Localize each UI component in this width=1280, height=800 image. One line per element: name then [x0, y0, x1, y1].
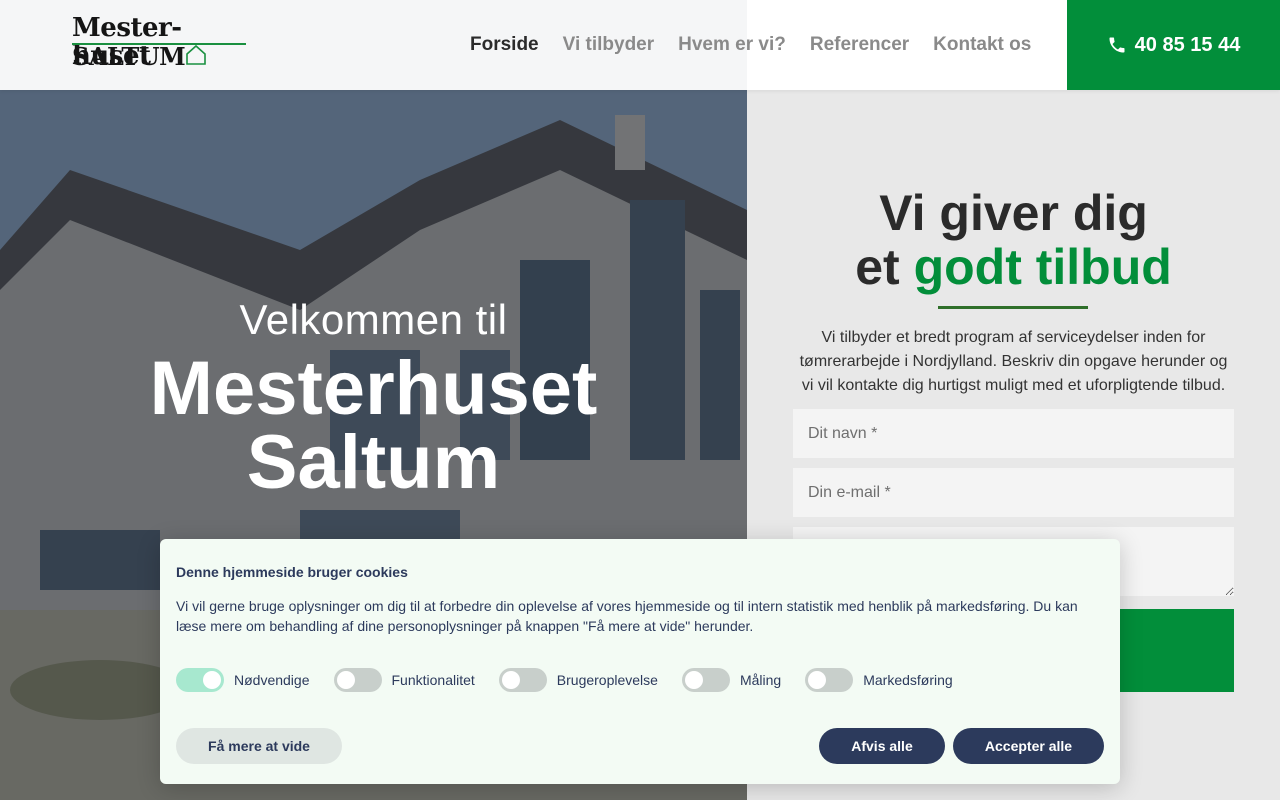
toggle-switch-brugeroplevelse[interactable] — [498, 668, 547, 692]
form-heading-green: godt tilbud — [913, 239, 1172, 295]
form-heading-line1: Vi giver dig — [879, 185, 1148, 241]
toggle-brugeroplevelse[interactable]: Brugeroplevelse — [498, 668, 658, 692]
hero-subtitle: Velkommen til — [239, 296, 508, 343]
toggle-noedvendige[interactable]: Nødvendige — [176, 668, 310, 692]
toggle-switch-funktionalitet[interactable] — [333, 668, 382, 692]
form-description: Vi tilbyder et bredt program af servicey… — [799, 329, 1228, 394]
hero-title-line1: Mesterhuset — [149, 346, 598, 431]
toggle-switch-markedsfoering[interactable] — [805, 668, 854, 692]
heading-divider — [938, 306, 1088, 309]
cookie-title: Denne hjemmeside bruger cookies — [176, 564, 408, 580]
toggle-label-funktionalitet: Funktionalitet — [391, 672, 475, 688]
accept-all-button[interactable]: Accepter alle — [953, 728, 1104, 764]
main-nav: Forside Vi tilbyder Hvem er vi? Referenc… — [458, 0, 1043, 90]
nav-vi-tilbyder[interactable]: Vi tilbyder — [563, 34, 655, 56]
nav-forside[interactable]: Forside — [470, 34, 539, 56]
name-input[interactable] — [793, 409, 1234, 458]
cookie-banner: Denne hjemmeside bruger cookies Vi vil g… — [160, 539, 1120, 784]
toggle-label-noedvendige: Nødvendige — [234, 672, 310, 688]
toggle-funktionalitet[interactable]: Funktionalitet — [333, 668, 475, 692]
site-header: Mester-huset SALTUM Forside Vi tilbyder … — [0, 0, 1280, 90]
cookie-toggles: Nødvendige Funktionalitet Brugeroplevels… — [176, 668, 977, 692]
toggle-label-maaling: Måling — [739, 672, 782, 688]
toggle-knob — [203, 671, 221, 689]
toggle-knob — [808, 671, 827, 689]
reject-all-button[interactable]: Afvis alle — [819, 728, 945, 764]
phone-number: 40 85 15 44 — [1134, 33, 1241, 56]
toggle-label-markedsfoering: Markedsføring — [863, 672, 953, 688]
nav-referencer[interactable]: Referencer — [810, 34, 909, 56]
hero-title: Mesterhuset Saltum — [0, 346, 747, 505]
house-icon — [186, 44, 206, 65]
toggle-knob — [501, 671, 520, 689]
toggle-knob — [336, 671, 355, 689]
form-heading-plain: et — [855, 239, 914, 295]
learn-more-button[interactable]: Få mere at vide — [176, 728, 342, 764]
toggle-label-brugeroplevelse: Brugeroplevelse — [556, 672, 658, 688]
logo-line2: SALTUM — [72, 42, 186, 71]
toggle-maaling[interactable]: Måling — [681, 668, 782, 692]
phone-icon — [1109, 37, 1125, 53]
nav-kontakt-os[interactable]: Kontakt os — [933, 34, 1031, 56]
cookie-text: Vi vil gerne bruge oplysninger om dig ti… — [176, 598, 1078, 634]
form-heading-line2: et godt tilbud — [747, 240, 1280, 294]
toggle-switch-noedvendige[interactable] — [176, 668, 224, 692]
nav-hvem-er-vi[interactable]: Hvem er vi? — [678, 34, 786, 56]
logo[interactable]: Mester-huset SALTUM — [72, 14, 252, 71]
phone-button[interactable]: 40 85 15 44 — [1067, 0, 1280, 90]
toggle-markedsfoering[interactable]: Markedsføring — [805, 668, 953, 692]
hero-title-line2: Saltum — [246, 420, 501, 505]
toggle-switch-maaling[interactable] — [681, 668, 730, 692]
email-input[interactable] — [793, 468, 1234, 517]
form-heading: Vi giver dig et godt tilbud — [747, 186, 1280, 294]
toggle-knob — [684, 671, 703, 689]
